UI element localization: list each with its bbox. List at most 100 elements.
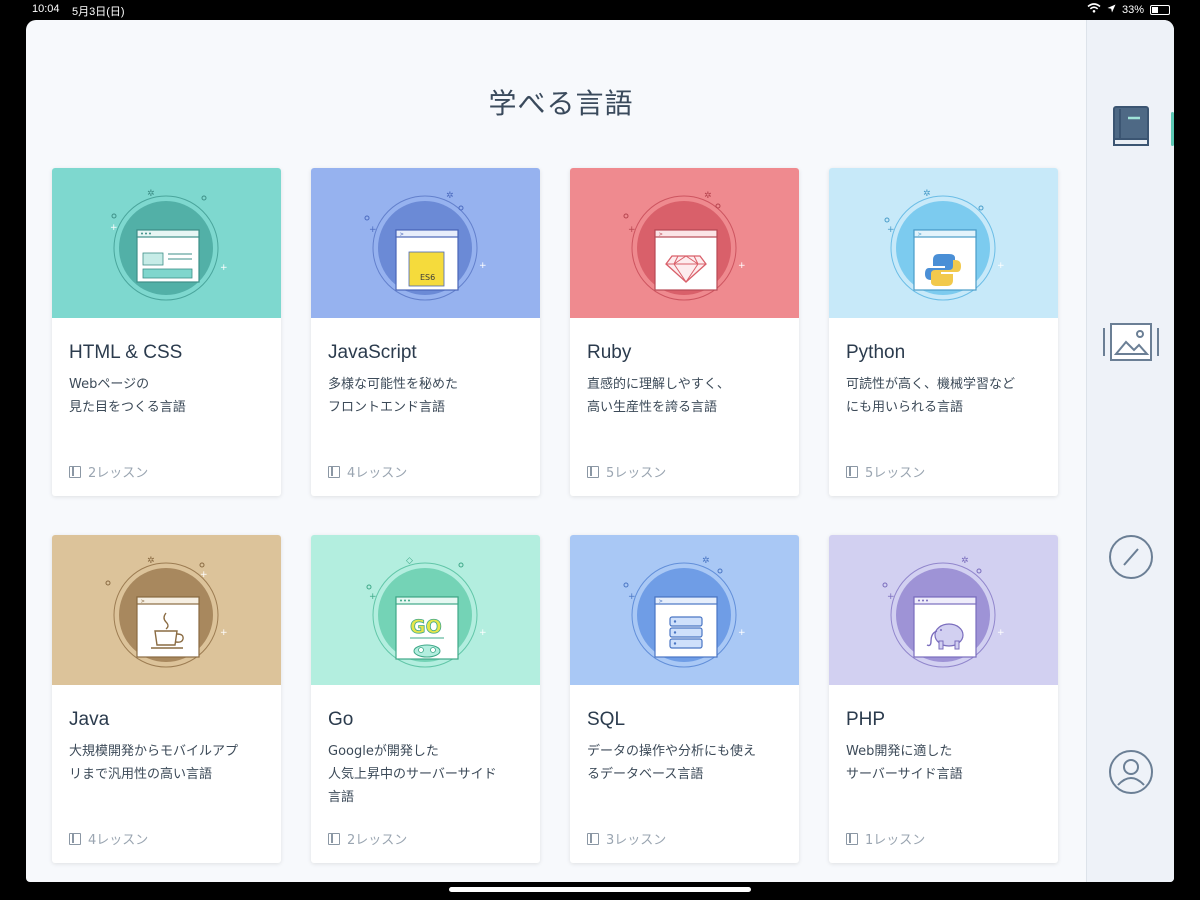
elephant-icon bbox=[913, 596, 977, 658]
sidebar-item-gallery[interactable] bbox=[1103, 320, 1159, 368]
ruby-gem-icon: >_ bbox=[654, 229, 718, 291]
svg-text:+: + bbox=[738, 261, 746, 271]
svg-text:✲: ✲ bbox=[147, 556, 155, 566]
card-banner: ✲ + + bbox=[52, 168, 281, 318]
language-card-sql[interactable]: ✲ + + >_ SQL データの操作や分析にも使え るデータベース言語 3レッ… bbox=[570, 535, 799, 863]
battery-icon bbox=[1150, 4, 1170, 15]
user-icon bbox=[1108, 749, 1154, 799]
language-card-python[interactable]: ✲ + + >_ Python 可読性が高く、機械学習など にも用いられる言語 bbox=[829, 168, 1058, 496]
webpage-icon bbox=[136, 229, 200, 283]
card-lesson-count: 3レッスン bbox=[587, 829, 666, 848]
card-description: データの操作や分析にも使え るデータベース言語 bbox=[587, 740, 787, 786]
language-card-html-css[interactable]: ✲ + + HTML & CSS Webページの 見た目をつくる言語 2レッスン bbox=[52, 168, 281, 496]
lesson-book-icon bbox=[328, 465, 340, 478]
svg-text:✲: ✲ bbox=[446, 191, 454, 201]
svg-text:+: + bbox=[200, 570, 208, 580]
svg-text:+: + bbox=[738, 628, 746, 638]
sidebar bbox=[1086, 20, 1174, 882]
language-card-ruby[interactable]: ✲ + + >_ Ruby 直感的に理解しやすく、 高い生産性を誇る言語 5レッ… bbox=[570, 168, 799, 496]
sidebar-item-explore[interactable] bbox=[1107, 535, 1155, 583]
card-banner: ✲ + + >_ bbox=[829, 168, 1058, 318]
card-description-line: Webページの bbox=[69, 377, 150, 392]
svg-text:+: + bbox=[479, 261, 487, 271]
card-banner: ✲ + + >_ bbox=[570, 168, 799, 318]
svg-text:✲: ✲ bbox=[147, 189, 155, 199]
status-right: 33% bbox=[1087, 3, 1170, 16]
card-description-line: 直感的に理解しやすく、 bbox=[587, 377, 730, 392]
card-description: Web開発に適した サーバーサイド言語 bbox=[846, 740, 1046, 786]
sidebar-active-indicator bbox=[1171, 112, 1174, 146]
svg-text:>_: >_ bbox=[659, 598, 667, 605]
app-screen: 学べる言語 ✲ + + HTML & CSS Webページの 見た目をつくる言語… bbox=[26, 20, 1174, 882]
card-description-line: 多様な可能性を秘めた bbox=[328, 377, 459, 392]
card-lesson-count: 4レッスン bbox=[328, 462, 407, 481]
language-card-java[interactable]: ✲ + + >_ Java 大規模開発からモバイルアプ リまで汎用性の高い言語 … bbox=[52, 535, 281, 863]
lesson-book-icon bbox=[69, 465, 81, 478]
coffee-cup-icon: >_ bbox=[136, 596, 200, 658]
card-description-line: Googleが開発した bbox=[328, 744, 439, 759]
lesson-book-icon bbox=[587, 465, 599, 478]
card-title: Go bbox=[328, 709, 354, 730]
card-title: HTML & CSS bbox=[69, 342, 183, 363]
card-description-line: 人気上昇中のサーバーサイド bbox=[328, 767, 497, 782]
svg-text:>_: >_ bbox=[141, 598, 149, 605]
status-bar: 10:04 5月3日(日) 33% bbox=[0, 0, 1200, 20]
status-time: 10:04 bbox=[32, 3, 60, 15]
card-title: Python bbox=[846, 342, 906, 363]
lesson-count-text: 4レッスン bbox=[88, 833, 149, 848]
svg-text:+: + bbox=[997, 628, 1005, 638]
card-banner: ✲ + + >_ bbox=[570, 535, 799, 685]
card-lesson-count: 2レッスン bbox=[69, 462, 148, 481]
card-banner: ✲ + + >_ bbox=[52, 535, 281, 685]
card-lesson-count: 5レッスン bbox=[846, 462, 925, 481]
lesson-count-text: 5レッスン bbox=[865, 466, 926, 481]
svg-text:+: + bbox=[110, 223, 118, 233]
card-title: PHP bbox=[846, 709, 886, 730]
language-card-javascript[interactable]: ✲ + + >_ ES6 JavaScript 多様な可能性を秘めた フロントエ… bbox=[311, 168, 540, 496]
card-description-line: Web開発に適した bbox=[846, 744, 953, 759]
svg-text:+: + bbox=[997, 261, 1005, 271]
lesson-count-text: 4レッスン bbox=[347, 466, 408, 481]
card-description-line: るデータベース言語 bbox=[587, 767, 704, 782]
lesson-book-icon bbox=[587, 832, 599, 845]
lesson-count-text: 5レッスン bbox=[606, 466, 667, 481]
lesson-book-icon bbox=[328, 832, 340, 845]
home-indicator[interactable] bbox=[449, 887, 751, 892]
location-arrow-icon bbox=[1107, 4, 1116, 16]
card-description: Googleが開発した 人気上昇中のサーバーサイド 言語 bbox=[328, 740, 528, 809]
svg-text:GO: GO bbox=[410, 616, 442, 638]
card-lesson-count: 4レッスン bbox=[69, 829, 148, 848]
card-description-line: 見た目をつくる言語 bbox=[69, 400, 186, 415]
card-description-line: サーバーサイド言語 bbox=[846, 767, 963, 782]
svg-text:>_: >_ bbox=[659, 231, 667, 238]
book-icon bbox=[1111, 105, 1151, 153]
svg-text:+: + bbox=[220, 263, 228, 273]
svg-text:◇: ◇ bbox=[406, 556, 413, 566]
card-banner: ✲ + + bbox=[829, 535, 1058, 685]
es6-icon: >_ ES6 bbox=[395, 229, 459, 291]
page-title: 学べる言語 bbox=[488, 87, 634, 120]
svg-text:>_: >_ bbox=[918, 231, 926, 238]
card-title: Ruby bbox=[587, 342, 632, 363]
card-title: SQL bbox=[587, 709, 626, 730]
card-description-line: 高い生産性を誇る言語 bbox=[587, 400, 718, 415]
card-description: Webページの 見た目をつくる言語 bbox=[69, 373, 269, 419]
go-gopher-icon: GO bbox=[395, 596, 459, 660]
card-description-line: 可読性が高く、機械学習など bbox=[846, 377, 1016, 392]
svg-text:+: + bbox=[220, 628, 228, 638]
card-description: 多様な可能性を秘めた フロントエンド言語 bbox=[328, 373, 528, 419]
svg-text:✲: ✲ bbox=[923, 189, 931, 199]
card-description: 可読性が高く、機械学習など にも用いられる言語 bbox=[846, 373, 1046, 419]
card-description: 直感的に理解しやすく、 高い生産性を誇る言語 bbox=[587, 373, 787, 419]
svg-text:>_: >_ bbox=[400, 231, 408, 238]
sidebar-item-profile[interactable] bbox=[1107, 750, 1155, 798]
svg-text:✲: ✲ bbox=[961, 556, 969, 566]
compass-icon bbox=[1108, 534, 1154, 584]
image-icon bbox=[1102, 320, 1160, 368]
wifi-icon bbox=[1087, 3, 1101, 16]
language-card-go[interactable]: ◇ + + GO Go Googleが開発した 人気上昇中のサーバーサイド 言語… bbox=[311, 535, 540, 863]
language-card-php[interactable]: ✲ + + PHP Web開発に適した サーバーサイド言語 1レッスン bbox=[829, 535, 1058, 863]
sidebar-item-courses[interactable] bbox=[1107, 105, 1155, 153]
python-logo-icon: >_ bbox=[913, 229, 977, 291]
card-description-line: 言語 bbox=[328, 790, 355, 805]
